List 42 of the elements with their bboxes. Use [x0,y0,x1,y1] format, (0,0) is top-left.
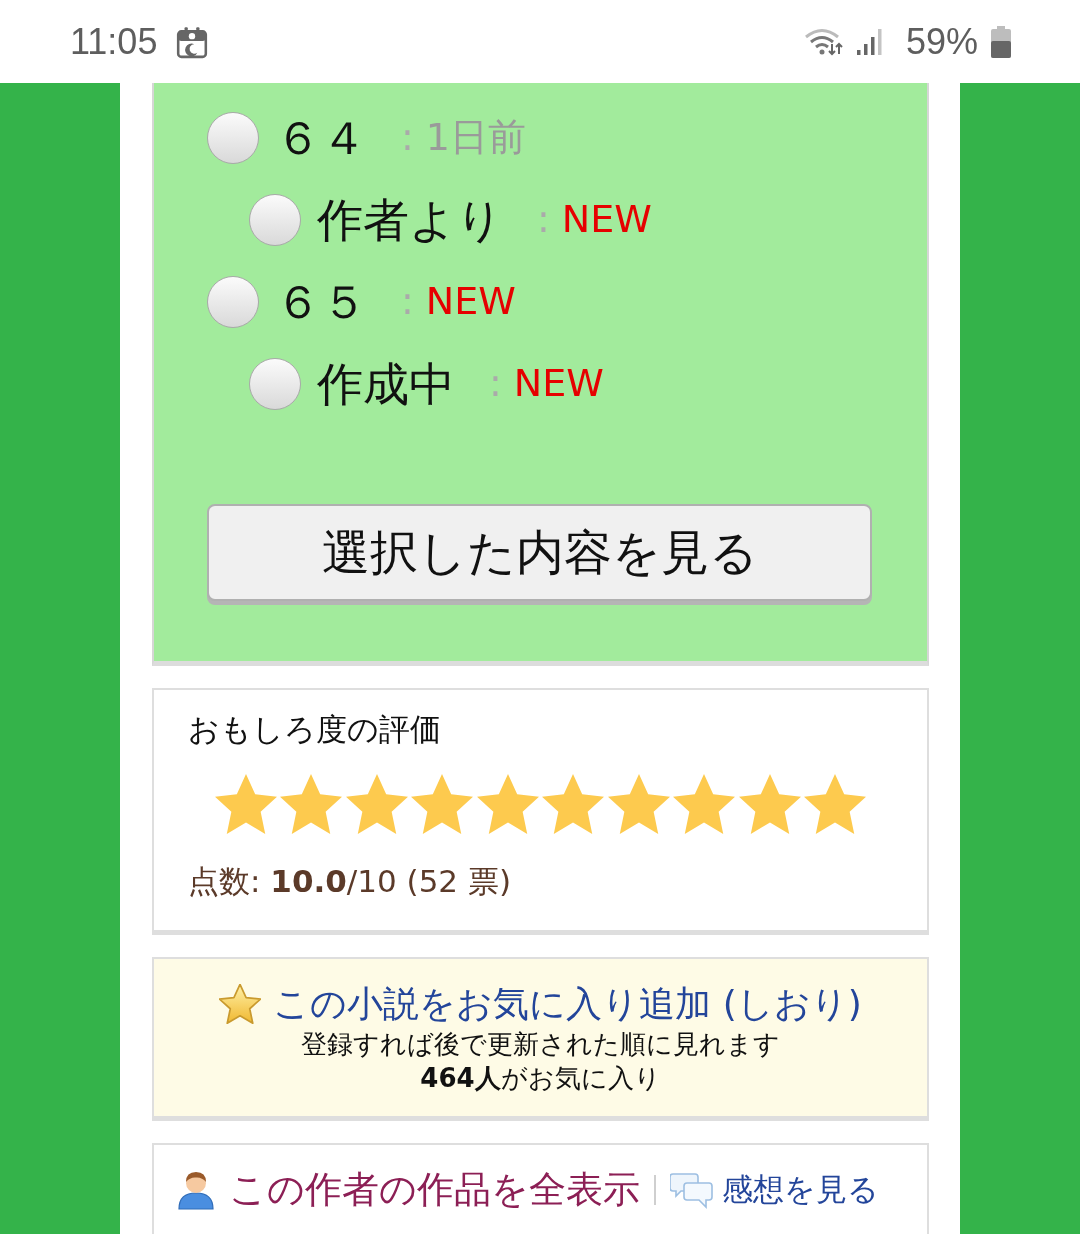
star-icon [542,774,605,834]
author-works-link[interactable]: この作者の作品を全表示 [229,1165,640,1215]
radio-button[interactable] [249,194,301,246]
star-icon [804,774,867,834]
battery-percent: 59% [905,20,978,63]
star-icon [345,774,408,834]
chapter-label[interactable]: ６５ [275,276,367,328]
radio-button[interactable] [207,112,259,164]
speech-bubbles-icon [670,1170,714,1210]
radio-button[interactable] [207,276,259,328]
wifi-icon [803,26,844,57]
battery-icon [990,25,1012,58]
clock-time: 11:05 [70,20,158,63]
star-icon [738,774,801,834]
signal-icon [855,27,884,56]
star-icon [607,774,670,834]
star-icon [219,984,262,1024]
separator-text: : [401,117,414,159]
chapter-label[interactable]: 作成中 [317,358,455,410]
star-icon [280,774,343,834]
calendar-icon [175,24,210,59]
separator-text: : [489,363,502,405]
person-icon [177,1169,215,1211]
favorite-note: 登録すれば後で更新された順に見れます [301,1028,780,1061]
update-status: NEW [561,199,652,241]
score-text: 点数: 10.0/10 (52 票) [188,862,513,900]
update-status: 1日前 [425,117,526,159]
star-icon [476,774,539,834]
separator-text: : [537,199,550,241]
rating-title: おもしろ度の評価 [188,710,442,748]
add-favorite-link[interactable]: この小説をお気に入り追加 (しおり) [273,979,862,1029]
radio-button[interactable] [249,358,301,410]
update-status: NEW [425,281,516,323]
star-icon [214,774,277,834]
separator-text: : [401,281,414,323]
chapter-label[interactable]: 作者より [317,194,503,246]
favorite-count: 464人がお気に入り [420,1062,661,1095]
reviews-link[interactable]: 感想を見る [722,1169,879,1211]
star-icon [411,774,474,834]
update-status: NEW [513,363,604,405]
chapter-label[interactable]: ６４ [275,112,367,164]
star-icon [673,774,736,834]
